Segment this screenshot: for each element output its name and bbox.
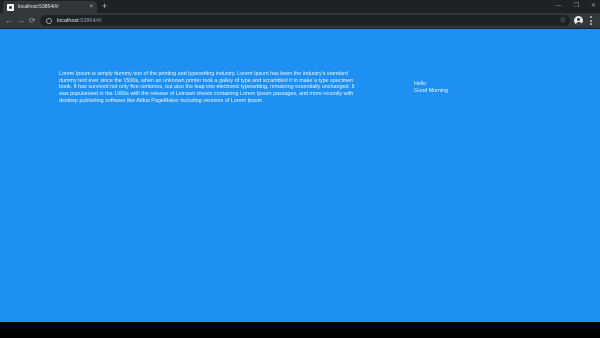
browser-tab[interactable]: localhost:53864/#/ ×: [3, 1, 97, 13]
page-viewport: Lorem Ipsum is simply dummy text of the …: [0, 29, 600, 322]
tab-close-icon[interactable]: ×: [89, 4, 93, 10]
browser-menu-icon[interactable]: [590, 16, 592, 25]
url-host: localhost: [57, 17, 79, 24]
greeting-hello: Hello: [414, 81, 427, 87]
forward-icon[interactable]: →: [17, 15, 25, 26]
lorem-ipsum-paragraph: Lorem Ipsum is simply dummy text of the …: [59, 71, 355, 104]
browser-toolbar: ← → ⟳ localhost:53864/#/ ☆: [0, 13, 600, 29]
tab-strip: localhost:53864/#/ × + — ❐ ✕: [0, 0, 600, 13]
tab-title: localhost:53864/#/: [18, 4, 59, 10]
new-tab-button[interactable]: +: [102, 1, 107, 12]
reload-icon[interactable]: ⟳: [29, 15, 36, 26]
close-window-icon[interactable]: ✕: [591, 1, 596, 11]
back-icon[interactable]: ←: [5, 15, 13, 26]
bookmark-star-icon[interactable]: ☆: [560, 17, 566, 24]
profile-avatar-icon[interactable]: [574, 16, 583, 25]
url-path: :53864/#/: [78, 17, 102, 24]
minimize-icon[interactable]: —: [556, 1, 562, 11]
greeting-panel: Hello Good Morning: [414, 81, 448, 95]
info-icon[interactable]: [46, 17, 52, 24]
bottom-bar: [0, 322, 600, 338]
page-favicon-icon: [7, 3, 14, 11]
restore-icon[interactable]: ❐: [574, 1, 579, 11]
url-text[interactable]: localhost:53864/#/: [57, 18, 560, 24]
window-controls: — ❐ ✕: [556, 1, 596, 11]
greeting-good-morning: Good Morning: [414, 88, 449, 94]
address-bar[interactable]: localhost:53864/#/ ☆: [40, 15, 570, 26]
